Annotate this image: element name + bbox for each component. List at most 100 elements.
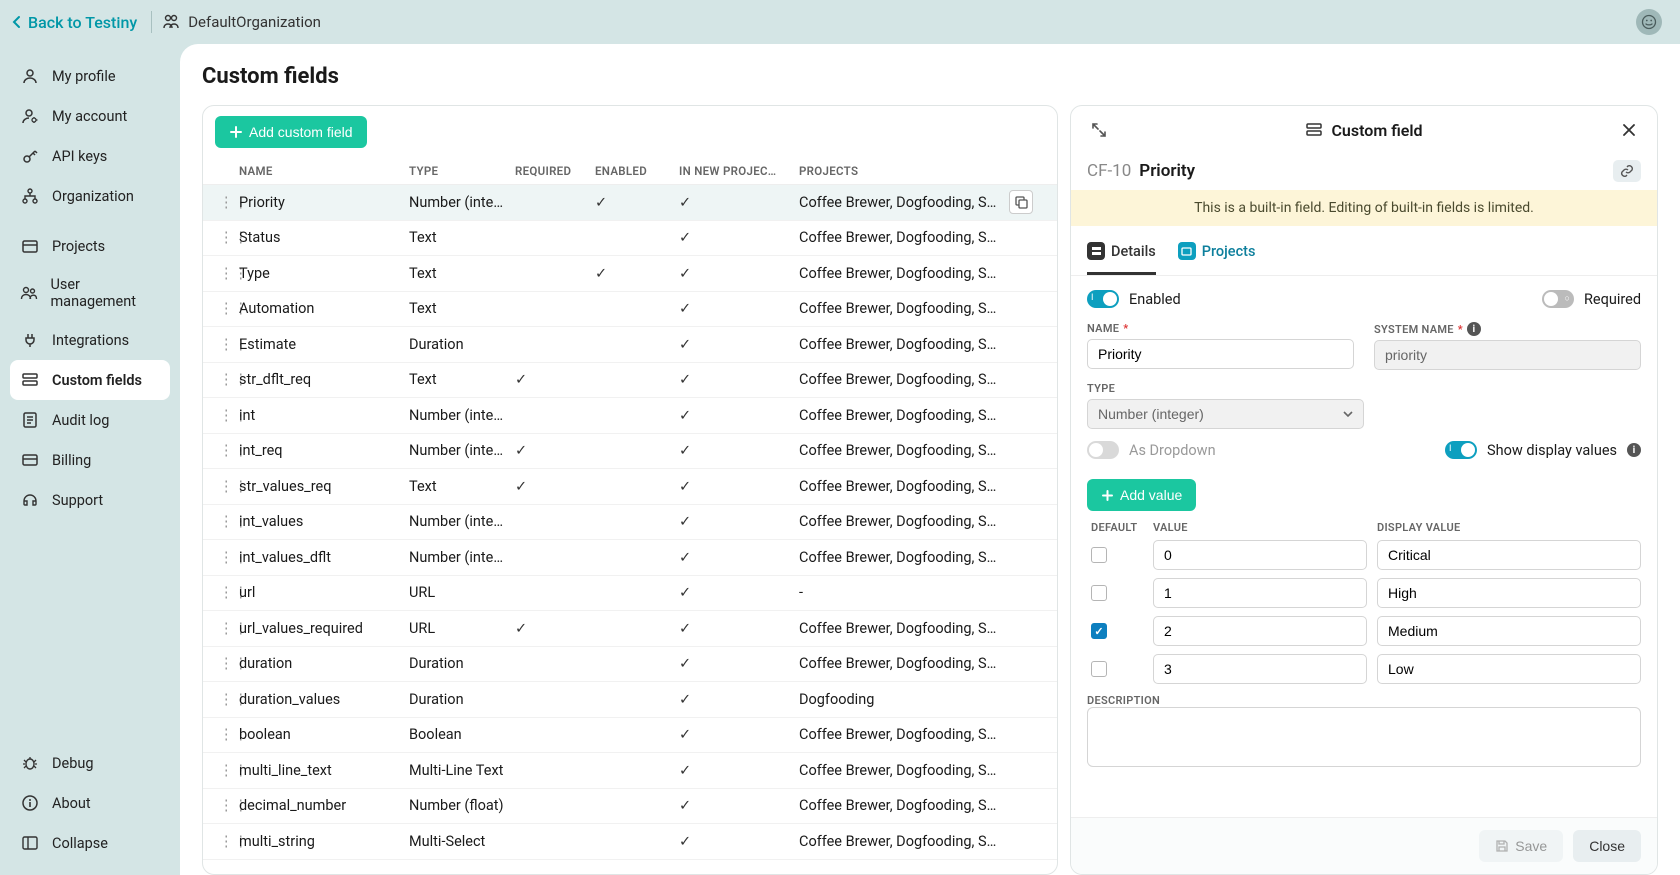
drag-handle-icon[interactable]: ⋮⋮ <box>219 513 239 530</box>
description-label: DESCRIPTION <box>1087 694 1641 707</box>
enabled-toggle[interactable]: I <box>1087 290 1119 308</box>
add-value-button[interactable]: Add value <box>1087 479 1196 511</box>
display-value-input[interactable] <box>1377 540 1641 570</box>
default-checkbox[interactable] <box>1091 661 1107 677</box>
drag-handle-icon[interactable]: ⋮⋮ <box>219 797 239 814</box>
display-value-input[interactable] <box>1377 578 1641 608</box>
th-required[interactable]: REQUIRED <box>515 164 595 178</box>
sidebar-item-api-keys[interactable]: API keys <box>10 136 170 176</box>
default-checkbox[interactable] <box>1091 547 1107 563</box>
drag-handle-icon[interactable]: ⋮⋮ <box>219 407 239 424</box>
drag-handle-icon[interactable]: ⋮⋮ <box>219 336 239 353</box>
table-row[interactable]: ⋮⋮AutomationText✓Coffee Brewer, Dogfoodi… <box>203 292 1057 328</box>
value-input[interactable] <box>1153 654 1367 684</box>
drag-handle-icon[interactable]: ⋮⋮ <box>219 478 239 495</box>
detail-footer: Save Close <box>1071 817 1657 874</box>
feedback-button[interactable] <box>1636 9 1662 35</box>
sidebar-item-billing[interactable]: Billing <box>10 440 170 480</box>
th-in-new[interactable]: IN NEW PROJEC… <box>679 164 799 178</box>
tab-projects[interactable]: Projects <box>1178 236 1256 275</box>
close-button[interactable]: Close <box>1573 830 1641 862</box>
table-row[interactable]: ⋮⋮multi_stringMulti-Select✓Coffee Brewer… <box>203 824 1057 860</box>
value-input[interactable] <box>1153 578 1367 608</box>
table-row[interactable]: ⋮⋮str_dflt_reqText✓✓Coffee Brewer, Dogfo… <box>203 363 1057 399</box>
sidebar-item-users[interactable]: User management <box>10 266 170 320</box>
required-toggle[interactable]: ○ <box>1542 290 1574 308</box>
table-row[interactable]: ⋮⋮booleanBoolean✓Coffee Brewer, Dogfoodi… <box>203 718 1057 754</box>
sidebar-item-my-profile[interactable]: My profile <box>10 56 170 96</box>
drag-handle-icon[interactable]: ⋮⋮ <box>219 833 239 850</box>
th-name[interactable]: NAME <box>239 164 409 178</box>
add-custom-field-button[interactable]: Add custom field <box>215 116 367 148</box>
display-value-input[interactable] <box>1377 616 1641 646</box>
content: Custom fields Add custom field NAME TYPE… <box>180 44 1680 875</box>
table-row[interactable]: ⋮⋮decimal_numberNumber (float)✓Coffee Br… <box>203 789 1057 825</box>
table-row[interactable]: ⋮⋮intNumber (inte…✓Coffee Brewer, Dogfoo… <box>203 398 1057 434</box>
drag-handle-icon[interactable]: ⋮⋮ <box>219 762 239 779</box>
value-input[interactable] <box>1153 540 1367 570</box>
display-value-input[interactable] <box>1377 654 1641 684</box>
drag-handle-icon[interactable]: ⋮⋮ <box>219 442 239 459</box>
drag-handle-icon[interactable]: ⋮⋮ <box>219 371 239 388</box>
name-input[interactable] <box>1087 339 1354 369</box>
th-projects[interactable]: PROJECTS <box>799 164 1009 178</box>
table-row[interactable]: ⋮⋮int_valuesNumber (inte…✓Coffee Brewer,… <box>203 505 1057 541</box>
info-icon[interactable]: i <box>1467 322 1481 336</box>
default-checkbox[interactable] <box>1091 623 1107 639</box>
sidebar-item-debug[interactable]: Debug <box>10 743 170 783</box>
sidebar-item-label: Integrations <box>52 332 129 349</box>
table-row[interactable]: ⋮⋮multi_line_textMulti-Line Text✓Coffee … <box>203 753 1057 789</box>
sidebar-item-about[interactable]: About <box>10 783 170 823</box>
sidebar-item-support[interactable]: Support <box>10 480 170 520</box>
drag-handle-icon[interactable]: ⋮⋮ <box>219 620 239 637</box>
row-action-button[interactable] <box>1009 190 1033 214</box>
table-row[interactable]: ⋮⋮int_reqNumber (inte…✓✓Coffee Brewer, D… <box>203 434 1057 470</box>
type-select[interactable] <box>1087 399 1364 429</box>
close-panel-button[interactable] <box>1615 116 1643 144</box>
table-row[interactable]: ⋮⋮StatusText✓Coffee Brewer, Dogfooding, … <box>203 221 1057 257</box>
info-icon[interactable]: i <box>1627 443 1641 457</box>
copy-link-button[interactable] <box>1613 160 1641 182</box>
table-row[interactable]: ⋮⋮TypeText✓✓Coffee Brewer, Dogfooding, S… <box>203 256 1057 292</box>
sidebar-item-organization[interactable]: Organization <box>10 176 170 216</box>
sidebar-item-projects[interactable]: Projects <box>10 226 170 266</box>
table-row[interactable]: ⋮⋮EstimateDuration✓Coffee Brewer, Dogfoo… <box>203 327 1057 363</box>
drag-handle-icon[interactable]: ⋮⋮ <box>219 300 239 317</box>
table-row[interactable]: ⋮⋮PriorityNumber (inte…✓✓Coffee Brewer, … <box>203 185 1057 221</box>
drag-handle-icon[interactable]: ⋮⋮ <box>219 726 239 743</box>
details-tab-icon <box>1087 242 1105 260</box>
sidebar-collapse[interactable]: Collapse <box>10 823 170 863</box>
drag-handle-icon[interactable]: ⋮⋮ <box>219 691 239 708</box>
cell-projects: Coffee Brewer, Dogfooding, S… <box>799 371 1009 388</box>
drag-handle-icon[interactable]: ⋮⋮ <box>219 549 239 566</box>
expand-button[interactable] <box>1085 116 1113 144</box>
cell-type: Duration <box>409 655 515 672</box>
table-row[interactable]: ⋮⋮urlURL✓- <box>203 576 1057 612</box>
cell-name: Status <box>239 229 409 246</box>
table-body[interactable]: ⋮⋮PriorityNumber (inte…✓✓Coffee Brewer, … <box>203 185 1057 874</box>
sidebar-item-integrations[interactable]: Integrations <box>10 320 170 360</box>
th-type[interactable]: TYPE <box>409 164 515 178</box>
table-row[interactable]: ⋮⋮url_values_requiredURL✓✓Coffee Brewer,… <box>203 611 1057 647</box>
drag-handle-icon[interactable]: ⋮⋮ <box>219 229 239 246</box>
sidebar-item-custom-fields[interactable]: Custom fields <box>10 360 170 400</box>
drag-handle-icon[interactable]: ⋮⋮ <box>219 265 239 282</box>
sidebar-item-my-account[interactable]: My account <box>10 96 170 136</box>
value-input[interactable] <box>1153 616 1367 646</box>
table-row[interactable]: ⋮⋮duration_valuesDuration✓Dogfooding <box>203 682 1057 718</box>
sidebar-item-audit-log[interactable]: Audit log <box>10 400 170 440</box>
drag-handle-icon[interactable]: ⋮⋮ <box>219 584 239 601</box>
back-link[interactable]: Back to Testiny <box>12 13 151 32</box>
th-enabled[interactable]: ENABLED <box>595 164 679 178</box>
tab-details[interactable]: Details <box>1087 236 1156 275</box>
table-row[interactable]: ⋮⋮durationDuration✓Coffee Brewer, Dogfoo… <box>203 647 1057 683</box>
org-link[interactable]: DefaultOrganization <box>162 13 321 31</box>
name-label: NAME <box>1087 322 1119 335</box>
drag-handle-icon[interactable]: ⋮⋮ <box>219 655 239 672</box>
table-row[interactable]: ⋮⋮str_values_reqText✓✓Coffee Brewer, Dog… <box>203 469 1057 505</box>
show-display-toggle[interactable]: I <box>1445 441 1477 459</box>
description-input[interactable] <box>1087 707 1641 767</box>
table-row[interactable]: ⋮⋮int_values_dfltNumber (inte…✓Coffee Br… <box>203 540 1057 576</box>
default-checkbox[interactable] <box>1091 585 1107 601</box>
drag-handle-icon[interactable]: ⋮⋮ <box>219 194 239 211</box>
